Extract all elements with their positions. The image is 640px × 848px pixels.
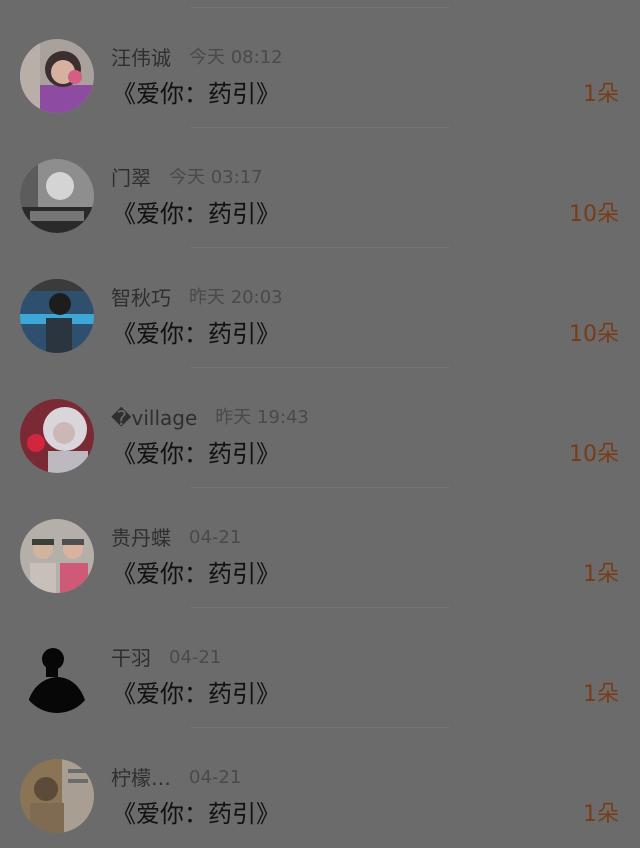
flower-count: 1朵 [583, 802, 619, 827]
song-title: 《爱你：药引》 [112, 560, 280, 588]
user-avatar-silhouette-icon[interactable] [20, 639, 94, 713]
user-avatar-couple-icon[interactable] [20, 519, 94, 593]
gift-row[interactable]: 贵丹蝶 04-21 《爱你：药引》 1朵 [0, 488, 640, 608]
gift-time: 今天 03:17 [169, 167, 263, 188]
flower-count: 1朵 [583, 82, 619, 107]
sender-name: 智秋巧 [111, 286, 171, 310]
flower-count: 10朵 [569, 322, 619, 347]
gift-row[interactable]: 门翠 今天 03:17 《爱你：药引》 10朵 [0, 128, 640, 248]
gift-time: 04-21 [189, 767, 242, 788]
sender-name: �village [111, 406, 198, 430]
gift-time: 今天 08:12 [189, 47, 283, 68]
gift-time: 昨天 19:43 [215, 407, 309, 428]
sender-name: 门翠 [111, 166, 151, 190]
gift-time: 04-21 [189, 527, 242, 548]
gift-time: 昨天 20:03 [189, 287, 283, 308]
user-avatar-pink-icon[interactable] [20, 39, 94, 113]
sender-name: 干羽 [111, 646, 151, 670]
flower-count: 1朵 [583, 562, 619, 587]
flower-count: 1朵 [583, 682, 619, 707]
sender-name: 柠檬… [111, 766, 171, 790]
flower-count: 10朵 [569, 202, 619, 227]
song-title: 《爱你：药引》 [112, 680, 280, 708]
gift-row[interactable]: 智秋巧 昨天 20:03 《爱你：药引》 10朵 [0, 248, 640, 368]
song-title: 《爱你：药引》 [112, 80, 280, 108]
gift-time: 04-21 [169, 647, 222, 668]
gift-row[interactable]: 干羽 04-21 《爱你：药引》 1朵 [0, 608, 640, 728]
user-avatar-brown-icon[interactable] [20, 759, 94, 833]
song-title: 《爱你：药引》 [112, 200, 280, 228]
song-title: 《爱你：药引》 [112, 440, 280, 468]
sender-name: 汪伟诚 [111, 46, 171, 70]
gift-row[interactable]: 柠檬… 04-21 《爱你：药引》 1朵 [0, 728, 640, 848]
song-title: 《爱你：药引》 [112, 800, 280, 828]
song-title: 《爱你：药引》 [112, 320, 280, 348]
flower-count: 10朵 [569, 442, 619, 467]
user-avatar-red-white-icon[interactable] [20, 399, 94, 473]
sender-name: 贵丹蝶 [111, 526, 171, 550]
gift-row[interactable]: �village 昨天 19:43 《爱你：药引》 10朵 [0, 368, 640, 488]
gift-row[interactable]: 汪伟诚 今天 08:12 《爱你：药引》 1朵 [0, 8, 640, 128]
user-avatar-monochrome-icon[interactable] [20, 159, 94, 233]
gift-list: 汪伟诚 今天 08:12 《爱你：药引》 1朵 门翠 今天 03:17 《爱你：… [0, 0, 640, 842]
user-avatar-blue-icon[interactable] [20, 279, 94, 353]
